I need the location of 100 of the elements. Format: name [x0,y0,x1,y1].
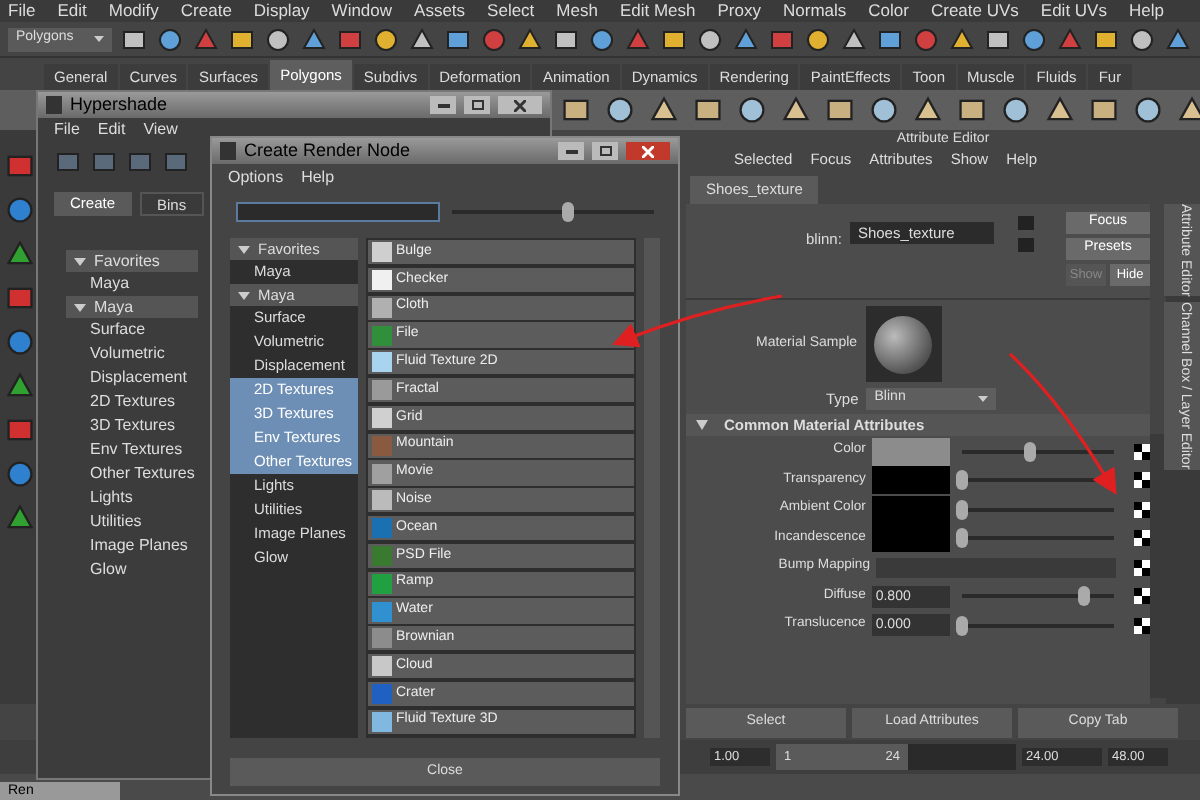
color-swatch[interactable] [871,437,950,465]
tool-icon[interactable] [444,25,472,53]
tool-icon[interactable] [4,238,36,270]
menu-item[interactable]: Options [228,165,284,189]
color-swatch[interactable] [871,524,950,552]
tree-group[interactable]: Maya [66,296,198,318]
tool-icon[interactable] [4,326,36,358]
slider-thumb[interactable] [562,202,575,222]
window-title: Create Render Node [244,137,411,164]
menu-item[interactable]: Proxy [717,0,761,24]
maximize-button[interactable] [464,96,490,114]
menu-item[interactable]: Create UVs [930,0,1019,24]
tree-item[interactable]: Other Textures [66,462,198,486]
tool-icon[interactable] [1088,94,1120,126]
slider-thumb[interactable] [956,615,968,635]
checker-map-icon[interactable] [1134,588,1150,604]
tool-icon[interactable] [696,25,724,53]
tree-item[interactable]: Utilities [66,510,198,534]
tree-item[interactable]: Surface [66,318,198,342]
checker-map-icon[interactable] [1134,501,1150,517]
tree-item[interactable]: 3D Textures [66,414,198,438]
tool-icon[interactable] [692,94,724,126]
tool-icon[interactable] [868,94,900,126]
tool-icon[interactable] [4,458,36,490]
minimize-button[interactable] [430,96,456,114]
tool-icon[interactable] [4,502,36,534]
menu-item[interactable]: Edit [57,0,87,24]
tool-icon[interactable] [604,94,636,126]
menu-item[interactable]: Select [487,0,535,24]
tool-icon[interactable] [956,94,988,126]
tree-item[interactable]: 2D Textures [66,390,198,414]
tool-icon[interactable] [912,94,944,126]
maximize-button[interactable] [592,142,618,160]
tool-icon[interactable] [4,194,36,226]
tool-icon[interactable] [660,25,688,53]
slider-thumb[interactable] [956,528,968,548]
tool-icon[interactable] [1044,94,1076,126]
menu-item[interactable]: Modify [108,0,159,24]
slider-thumb[interactable] [1077,586,1090,606]
tool-icon[interactable] [876,25,904,53]
close-button[interactable] [626,142,670,160]
tool-icon[interactable] [1176,94,1200,126]
checker-map-icon[interactable] [1134,443,1150,459]
tree-item[interactable]: Displacement [66,366,198,390]
menu-item[interactable]: Edit UVs [1040,0,1107,24]
tool-icon[interactable] [588,25,616,53]
menu-item[interactable]: Mesh [556,0,598,24]
slider-thumb[interactable] [956,470,968,490]
menu-item[interactable]: Edit Mesh [619,0,696,24]
tree-item[interactable]: Env Textures [66,438,198,462]
menu-item[interactable]: Help [1128,0,1164,24]
menu-item[interactable]: Normals [783,0,847,24]
minimize-button[interactable] [558,142,584,160]
tree-item[interactable]: Image Planes [66,534,198,558]
tool-icon[interactable] [1000,94,1032,126]
checker-map-icon[interactable] [1134,617,1150,633]
checker-map-icon[interactable] [1134,530,1150,546]
tool-icon[interactable] [804,25,832,53]
tool-icon[interactable] [4,370,36,402]
tool-icon[interactable] [120,25,148,53]
checker-map-icon[interactable] [1134,472,1150,488]
tool-icon[interactable] [780,94,812,126]
tree-item[interactable]: Lights [66,486,198,510]
tool-icon[interactable] [552,25,580,53]
tool-icon[interactable] [372,25,400,53]
checker-map-icon[interactable] [1134,559,1150,575]
tree-item[interactable]: Glow [66,558,198,582]
menu-item[interactable]: Color [868,0,909,24]
scrollbar[interactable] [1150,434,1166,698]
menu-item[interactable]: Window [331,0,393,24]
color-swatch[interactable] [871,495,950,523]
menu-item[interactable]: File [54,118,80,142]
tool-icon[interactable] [648,94,680,126]
tree-item[interactable]: Volumetric [66,342,198,366]
tool-icon[interactable] [824,94,856,126]
tool-icon[interactable] [156,25,184,53]
tool-icon[interactable] [228,25,256,53]
tool-icon[interactable] [984,25,1012,53]
color-swatch[interactable] [871,466,950,494]
scrollbar[interactable] [644,238,660,738]
tree-item[interactable]: Maya [66,272,198,296]
close-button[interactable] [498,96,542,114]
tool-icon[interactable] [264,25,292,53]
tool-icon[interactable] [736,94,768,126]
tool-icon[interactable] [1020,25,1048,53]
menu-item[interactable]: Create [180,0,232,24]
tool-icon[interactable] [1132,94,1164,126]
search-field[interactable] [236,202,439,222]
slider-thumb[interactable] [956,499,968,519]
tree-group[interactable]: Favorites [66,250,198,272]
menu-item[interactable]: Edit [97,118,126,142]
tool-icon[interactable] [1128,25,1156,53]
menu-item[interactable]: Help [301,165,335,189]
tool-icon[interactable] [560,94,592,126]
slider-thumb[interactable] [1024,441,1037,461]
menu-item[interactable]: Display [253,0,310,24]
menu-item[interactable]: View [143,118,178,142]
tool-icon[interactable] [1092,25,1120,53]
menu-item[interactable]: File [8,0,36,24]
menu-item[interactable]: Assets [414,0,466,24]
